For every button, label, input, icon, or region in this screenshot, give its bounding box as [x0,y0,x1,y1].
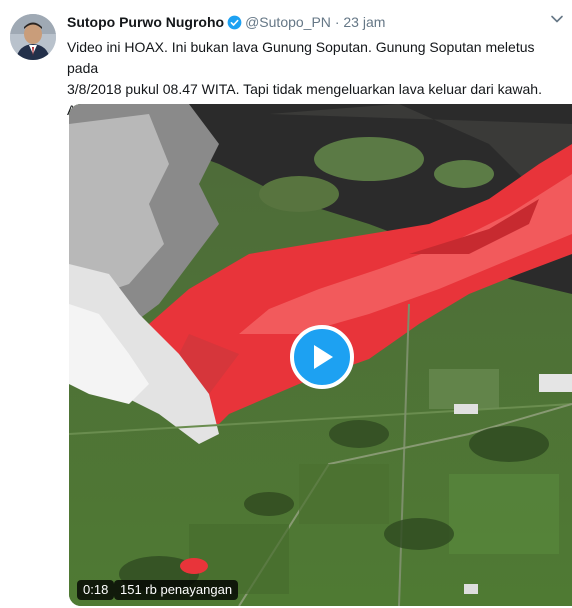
chevron-down-icon[interactable] [550,12,564,26]
author-name[interactable]: Sutopo Purwo Nugroho [67,14,224,30]
separator-dot: · [334,14,340,30]
tweet-header: Sutopo Purwo Nugroho @Sutopo_PN · 23 jam [67,13,385,34]
video-duration: 0:18 [77,580,115,600]
avatar[interactable] [10,14,56,60]
play-button[interactable] [290,325,354,389]
tweet: Sutopo Purwo Nugroho @Sutopo_PN · 23 jam … [0,0,572,608]
verified-badge-icon [227,15,242,34]
tweet-timestamp[interactable]: 23 jam [343,14,385,30]
author-handle[interactable]: @Sutopo_PN [245,14,331,30]
video-player[interactable]: 0:18 151 rb penayangan [69,104,572,606]
video-view-count: 151 rb penayangan [114,580,239,600]
play-icon [314,345,333,369]
